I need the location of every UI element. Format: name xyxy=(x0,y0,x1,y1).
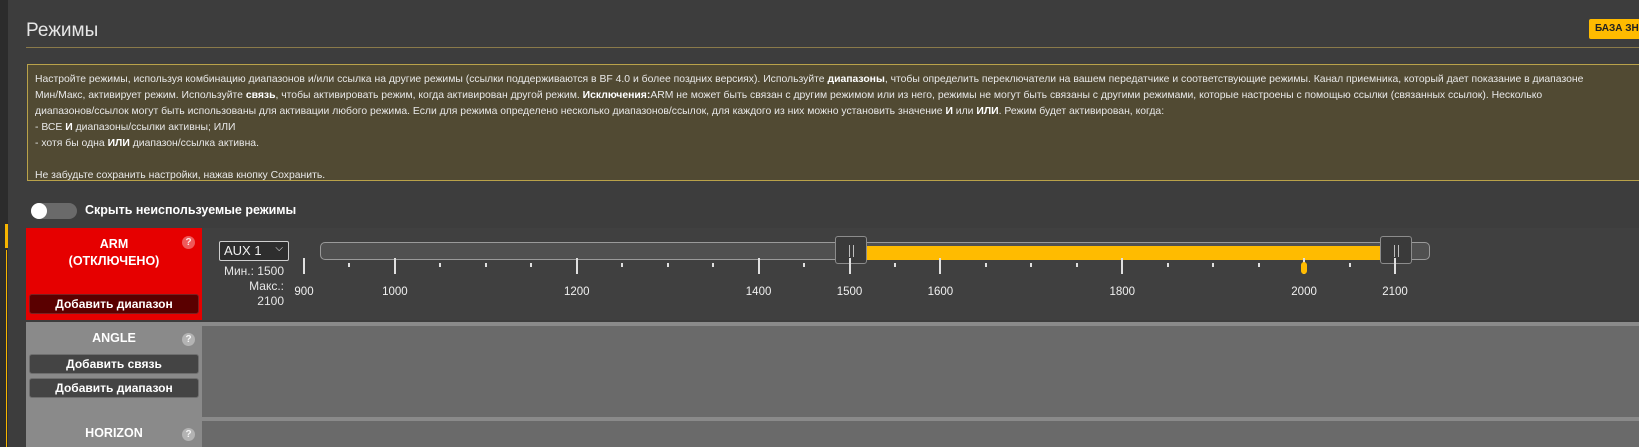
hide-unused-label: Скрыть неиспользуемые режимы xyxy=(85,203,297,217)
scale-tick-label: 1500 xyxy=(836,286,863,298)
note-line: диапазонов/ссылок могут быть использован… xyxy=(35,106,1165,117)
mode-name-horizon: HORIZON xyxy=(85,426,143,440)
mode-row-arm: ARM (ОТКЛЮЧЕНО) ? Добавить диапазон AUX … xyxy=(26,228,1639,320)
scale-minor-tick xyxy=(1166,263,1169,267)
modes-page: Режимы БАЗА ЗНАНИЙ Настройте режимы, исп… xyxy=(0,0,1639,447)
mode-row-horizon: HORIZON ? xyxy=(26,417,1639,447)
add-range-button[interactable]: Добавить диапазон xyxy=(29,294,199,314)
scale-major-tick xyxy=(1394,258,1396,274)
note-line: Мин/Макс, активирует режим. Используйте … xyxy=(35,90,1543,101)
add-link-button[interactable]: Добавить связь xyxy=(29,354,199,374)
scale-major-tick xyxy=(303,258,305,274)
range-max-label: Макс.: 2100 xyxy=(249,279,284,308)
scale-tick-label: 900 xyxy=(294,286,314,298)
scale-major-tick xyxy=(575,258,578,274)
add-range-button[interactable]: Добавить диапазон xyxy=(29,378,199,398)
range-slider[interactable] xyxy=(320,236,1430,264)
mode-box-angle: ANGLE ? Добавить связь Добавить диапазон xyxy=(26,326,202,417)
scale-major-tick xyxy=(939,258,942,274)
scale-tick-label: 2100 xyxy=(1382,286,1408,298)
mode-ranges-angle xyxy=(202,326,1639,417)
note-line: - ВСЕ И диапазоны/ссылки активны; ИЛИ xyxy=(35,122,236,133)
chevron-down-icon: ⌵ xyxy=(275,243,283,254)
active-nav-marker xyxy=(5,224,8,248)
help-icon[interactable]: ? xyxy=(182,428,195,441)
sidebar-accent-line xyxy=(6,250,7,447)
mode-name-arm: ARM (ОТКЛЮЧЕНО) xyxy=(68,237,160,268)
range-handle-max[interactable] xyxy=(1380,236,1412,264)
scale-major-tick xyxy=(757,258,760,274)
scale-minor-tick xyxy=(530,263,533,267)
scale-tick-label: 2000 xyxy=(1291,286,1317,298)
instructions-note: Настройте режимы, используя комбинацию д… xyxy=(27,64,1639,181)
range-min-max: Мин.: 1500 Макс.: 2100 xyxy=(222,264,284,309)
scale-minor-tick xyxy=(1212,263,1215,267)
knowledge-base-button[interactable]: БАЗА ЗНАНИЙ xyxy=(1589,19,1639,39)
scale-minor-tick xyxy=(1075,263,1078,267)
channel-select[interactable]: AUX 1 ⌵ xyxy=(219,241,289,261)
help-icon[interactable]: ? xyxy=(182,333,195,346)
scale-tick-label: 1600 xyxy=(927,286,954,298)
scale-major-tick xyxy=(393,258,396,274)
scale-tick-label: 1800 xyxy=(1109,286,1136,298)
scale-minor-tick xyxy=(484,263,487,267)
note-line: Не забудьте сохранить настройки, нажав к… xyxy=(35,170,326,181)
switch-knob xyxy=(31,203,47,219)
range-handle-min[interactable] xyxy=(834,236,867,264)
page-header: Режимы БАЗА ЗНАНИЙ xyxy=(26,0,1639,48)
channel-value-marker xyxy=(1301,262,1308,274)
page-title: Режимы xyxy=(26,20,99,41)
scale-minor-tick xyxy=(712,263,715,267)
scale-minor-tick xyxy=(439,263,442,267)
scale-minor-tick xyxy=(803,263,806,267)
scale-minor-tick xyxy=(666,263,669,267)
scale-tick-label: 1000 xyxy=(382,286,408,298)
scale-minor-tick xyxy=(1348,263,1351,267)
note-line: Настройте режимы, используя комбинацию д… xyxy=(35,74,1584,85)
mode-ranges-arm: AUX 1 ⌵ Мин.: 1500 Макс.: 2100 xyxy=(202,228,1639,320)
note-line: - хотя бы одна ИЛИ диапазон/ссылка актив… xyxy=(35,138,259,149)
mode-row-angle: ANGLE ? Добавить связь Добавить диапазон xyxy=(26,322,1639,417)
scale-minor-tick xyxy=(893,263,896,267)
range-slider-fill xyxy=(850,246,1396,260)
scale-minor-tick xyxy=(1257,263,1260,267)
mode-name-angle: ANGLE xyxy=(92,331,136,345)
range-min-label: Мин.: 1500 xyxy=(223,264,284,278)
mode-box-horizon: HORIZON ? xyxy=(26,421,202,447)
scale-major-tick xyxy=(848,258,851,274)
scale-minor-tick xyxy=(984,263,987,267)
scale-minor-tick xyxy=(348,263,351,267)
scale-tick-label: 1400 xyxy=(745,286,772,298)
scale-tick-label: 1200 xyxy=(563,286,590,298)
scale-minor-tick xyxy=(1030,263,1033,267)
mode-box-arm: ARM (ОТКЛЮЧЕНО) ? Добавить диапазон xyxy=(26,228,202,320)
help-icon[interactable]: ? xyxy=(182,236,195,249)
scale-major-tick xyxy=(1121,258,1124,274)
mode-ranges-horizon xyxy=(202,421,1639,447)
hide-unused-switch[interactable] xyxy=(31,203,77,219)
note-spacer xyxy=(35,152,1639,168)
scale-minor-tick xyxy=(621,263,624,267)
